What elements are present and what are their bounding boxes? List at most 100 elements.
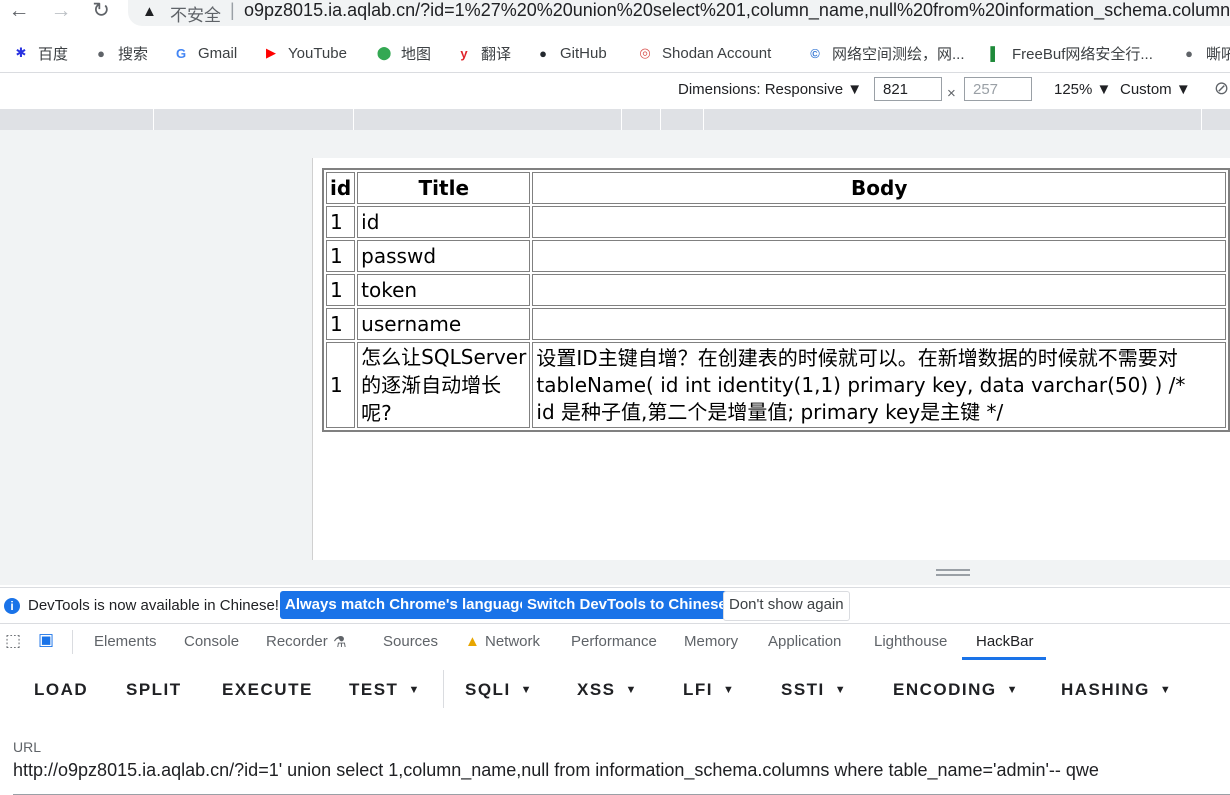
fofa-icon: © bbox=[810, 45, 820, 61]
tab-application[interactable]: Application bbox=[768, 633, 841, 650]
ssti-label: SSTI bbox=[781, 680, 825, 699]
table-row: 1 passwd bbox=[326, 240, 1226, 272]
cell-title: username bbox=[357, 308, 531, 340]
tab-sources[interactable]: Sources bbox=[383, 633, 438, 650]
ruler-tick bbox=[153, 109, 154, 130]
encoding-dropdown[interactable]: ENCODING ▼ bbox=[893, 680, 1019, 700]
cell-body bbox=[532, 308, 1226, 340]
forward-arrow-icon[interactable]: → bbox=[48, 0, 74, 26]
table-row: 1 username bbox=[326, 308, 1226, 340]
omnibox[interactable]: ▲ 不安全 | o9pz8015.ia.aqlab.cn/?id=1%27%20… bbox=[128, 0, 1230, 26]
caret-down-icon: ▼ bbox=[520, 684, 534, 696]
warning-icon: ▲ bbox=[465, 633, 480, 650]
execute-button[interactable]: EXECUTE bbox=[222, 680, 313, 700]
lfi-dropdown[interactable]: LFI ▼ bbox=[683, 680, 735, 700]
device-toggle-icon[interactable]: ▣ bbox=[38, 630, 54, 650]
lfi-label: LFI bbox=[683, 680, 713, 699]
shodan-icon: ◎ bbox=[639, 45, 651, 60]
hashing-dropdown[interactable]: HASHING ▼ bbox=[1061, 680, 1172, 700]
info-icon: i bbox=[4, 598, 20, 614]
bookmark-item[interactable]: ● GitHub bbox=[534, 42, 607, 64]
bookmark-item[interactable]: ▌ FreeBuf网络安全行... bbox=[986, 42, 1153, 64]
bookmark-label: 网络空间测绘，网... bbox=[832, 45, 965, 63]
cell-title: passwd bbox=[357, 240, 531, 272]
bookmark-item[interactable]: G Gmail bbox=[172, 42, 237, 64]
bookmark-item[interactable]: ● 嘶吼 bbox=[1180, 42, 1230, 64]
baidu-icon: ✱ bbox=[15, 45, 27, 60]
ruler-tick bbox=[703, 109, 704, 130]
switch-to-chinese-button[interactable]: Switch DevTools to Chinese bbox=[522, 591, 732, 619]
sqli-label: SQLI bbox=[465, 680, 511, 699]
cell-id: 1 bbox=[326, 342, 356, 428]
zoom-dropdown[interactable]: 125% ▼ bbox=[1054, 81, 1111, 98]
globe-icon: ● bbox=[1185, 45, 1193, 61]
cell-title: id bbox=[357, 206, 531, 238]
url-field-input[interactable]: http://o9pz8015.ia.aqlab.cn/?id=1' union… bbox=[13, 760, 1230, 781]
table-row: 1 token bbox=[326, 274, 1226, 306]
infobar-message: DevTools is now available in Chinese! bbox=[28, 597, 279, 614]
insecure-label[interactable]: 不安全 bbox=[170, 1, 221, 26]
bookmark-label: FreeBuf网络安全行... bbox=[1012, 45, 1153, 63]
bookmark-item[interactable]: ▶ YouTube bbox=[262, 42, 347, 64]
devtools-language-infobar: i DevTools is now available in Chinese! … bbox=[0, 587, 1230, 624]
ssti-dropdown[interactable]: SSTI ▼ bbox=[781, 680, 847, 700]
times-sign: × bbox=[947, 85, 956, 102]
header-body: Body bbox=[532, 172, 1226, 204]
bookmark-label: YouTube bbox=[288, 44, 347, 62]
load-button[interactable]: LOAD bbox=[34, 680, 88, 700]
dimensions-dropdown[interactable]: Dimensions: Responsive ▼ bbox=[678, 81, 862, 98]
height-input[interactable]: 257 bbox=[964, 77, 1032, 101]
always-match-language-button[interactable]: Always match Chrome's language bbox=[280, 591, 533, 619]
hackbar-url-area bbox=[0, 718, 1230, 795]
cell-id: 1 bbox=[326, 206, 356, 238]
cell-body bbox=[532, 240, 1226, 272]
media-query-ruler[interactable] bbox=[0, 109, 1230, 130]
warning-triangle-icon[interactable]: ▲ bbox=[142, 3, 157, 20]
throttle-dropdown[interactable]: Custom ▼ bbox=[1120, 81, 1191, 98]
bookmark-item[interactable]: ✱ 百度 bbox=[12, 42, 68, 64]
tab-lighthouse[interactable]: Lighthouse bbox=[874, 633, 947, 650]
tab-recorder[interactable]: Recorder bbox=[266, 633, 328, 650]
width-input[interactable]: 821 bbox=[874, 77, 942, 101]
dont-show-again-button[interactable]: Don't show again bbox=[723, 591, 850, 621]
bookmark-item[interactable]: ● 搜索 bbox=[92, 42, 148, 64]
split-button[interactable]: SPLIT bbox=[126, 680, 182, 700]
freebuf-icon: ▌ bbox=[990, 45, 1000, 61]
table-header-row: id Title Body bbox=[326, 172, 1226, 204]
resize-handle-icon[interactable] bbox=[936, 569, 970, 577]
cell-body: 设置ID主键自增？在创建表的时候就可以。在新增数据的时候就不需要对 tableN… bbox=[532, 342, 1226, 428]
xss-dropdown[interactable]: XSS ▼ bbox=[577, 680, 638, 700]
tab-hackbar[interactable]: HackBar bbox=[976, 633, 1034, 650]
test-label: TEST bbox=[349, 680, 399, 699]
cell-title: 怎么让SQLServer的逐渐自动增长呢? bbox=[357, 342, 531, 428]
caret-down-icon: ▼ bbox=[1006, 684, 1020, 696]
flask-icon: ⚗ bbox=[333, 634, 347, 651]
reload-icon[interactable]: ↻ bbox=[88, 0, 114, 26]
bookmark-item[interactable]: © 网络空间测绘，网... bbox=[806, 42, 965, 64]
inspect-element-icon[interactable]: ⬚ bbox=[5, 631, 21, 651]
caret-down-icon: ▼ bbox=[834, 684, 848, 696]
header-title: Title bbox=[357, 172, 531, 204]
tab-console[interactable]: Console bbox=[184, 633, 239, 650]
omnibox-separator: | bbox=[230, 0, 235, 20]
xss-label: XSS bbox=[577, 680, 616, 699]
rotate-icon[interactable]: ⊘ bbox=[1214, 78, 1229, 99]
caret-down-icon: ▼ bbox=[625, 684, 638, 696]
bookmark-item[interactable]: ◎ Shodan Account bbox=[636, 42, 771, 64]
tab-memory[interactable]: Memory bbox=[684, 633, 738, 650]
tab-network[interactable]: Network bbox=[485, 633, 540, 650]
bookmark-label: 翻译 bbox=[481, 45, 512, 63]
bookmark-label: 百度 bbox=[38, 45, 69, 63]
device-toolbar: Dimensions: Responsive ▼ 821 × 257 125% … bbox=[0, 72, 1230, 110]
sqli-dropdown[interactable]: SQLI ▼ bbox=[465, 680, 533, 700]
bookmark-label: Gmail bbox=[198, 44, 238, 62]
back-arrow-icon[interactable]: ← bbox=[6, 0, 32, 26]
bookmark-item[interactable]: ⬤ 地图 bbox=[375, 42, 431, 64]
bookmark-item[interactable]: y 翻译 bbox=[455, 42, 511, 64]
caret-down-icon: ▼ bbox=[1159, 684, 1173, 696]
test-dropdown[interactable]: TEST ▼ bbox=[349, 680, 421, 700]
address-text[interactable]: o9pz8015.ia.aqlab.cn/?id=1%27%20%20union… bbox=[244, 0, 1230, 21]
ruler-tick bbox=[660, 109, 661, 130]
tab-elements[interactable]: Elements bbox=[94, 633, 157, 650]
tab-performance[interactable]: Performance bbox=[571, 633, 657, 650]
